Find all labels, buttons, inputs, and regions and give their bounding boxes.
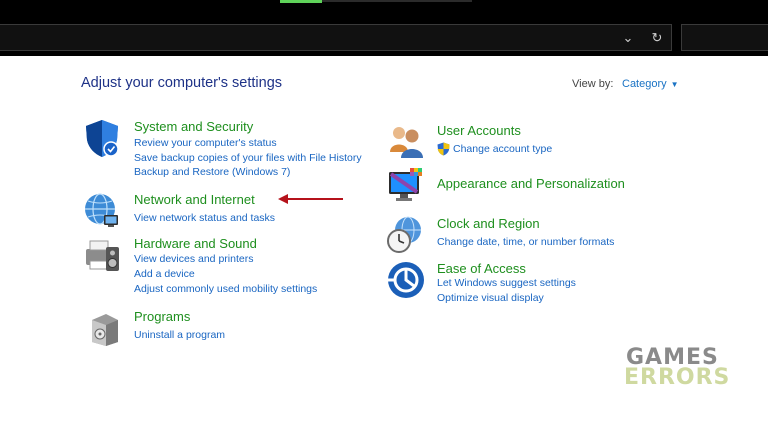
- tab-accent: [280, 0, 322, 3]
- refresh-icon[interactable]: ↻: [649, 30, 665, 46]
- address-bar[interactable]: ⌄ ↻: [0, 24, 672, 51]
- chevron-down-icon[interactable]: ⌄: [620, 30, 636, 46]
- category-heading[interactable]: Programs: [134, 309, 190, 324]
- category-link[interactable]: Save backup copies of your files with Fi…: [134, 152, 362, 164]
- category-link[interactable]: Backup and Restore (Windows 7): [134, 166, 290, 178]
- watermark-line2: ERRORS: [624, 365, 731, 390]
- ease-of-access-icon: [388, 262, 424, 298]
- category-heading[interactable]: Hardware and Sound: [134, 236, 257, 251]
- page-title: Adjust your computer's settings: [81, 75, 283, 91]
- search-box[interactable]: [681, 24, 768, 51]
- view-by-label: View by:: [572, 78, 614, 90]
- annotation-arrow-icon: [278, 194, 343, 204]
- window-chrome: ⌄ ↻: [0, 0, 768, 56]
- category-link[interactable]: Uninstall a program: [134, 329, 225, 341]
- globe-network-icon: [85, 193, 118, 227]
- uac-shield-icon: [437, 142, 450, 156]
- category-link[interactable]: Change date, time, or number formats: [437, 236, 614, 248]
- category-link[interactable]: View devices and printers: [134, 253, 253, 265]
- monitor-paint-icon: [389, 168, 422, 201]
- category-heading[interactable]: Clock and Region: [437, 216, 540, 231]
- clock-globe-icon: [387, 216, 421, 253]
- programs-box-icon: [92, 314, 118, 346]
- category-link[interactable]: Review your computer's status: [134, 137, 277, 149]
- category-link[interactable]: View network status and tasks: [134, 212, 275, 224]
- category-heading[interactable]: Network and Internet: [134, 192, 255, 207]
- category-link[interactable]: Let Windows suggest settings: [437, 277, 576, 289]
- category-link-text[interactable]: Change account type: [453, 143, 552, 155]
- category-heading[interactable]: User Accounts: [437, 123, 521, 138]
- category-link[interactable]: Add a device: [134, 268, 195, 280]
- view-by-dropdown[interactable]: Category ▼: [622, 78, 679, 90]
- users-icon: [390, 127, 423, 158]
- category-link[interactable]: Adjust commonly used mobility settings: [134, 283, 317, 295]
- category-link[interactable]: Change account type: [437, 142, 552, 156]
- category-heading[interactable]: System and Security: [134, 119, 253, 134]
- category-link[interactable]: Optimize visual display: [437, 292, 544, 304]
- printer-speaker-icon: [86, 240, 119, 271]
- view-by-value[interactable]: Category: [622, 78, 667, 90]
- shield-icon: [86, 120, 119, 157]
- tab-strip: [322, 0, 472, 2]
- category-heading[interactable]: Ease of Access: [437, 261, 526, 276]
- caret-down-icon[interactable]: ▼: [671, 80, 679, 89]
- category-heading[interactable]: Appearance and Personalization: [437, 176, 625, 191]
